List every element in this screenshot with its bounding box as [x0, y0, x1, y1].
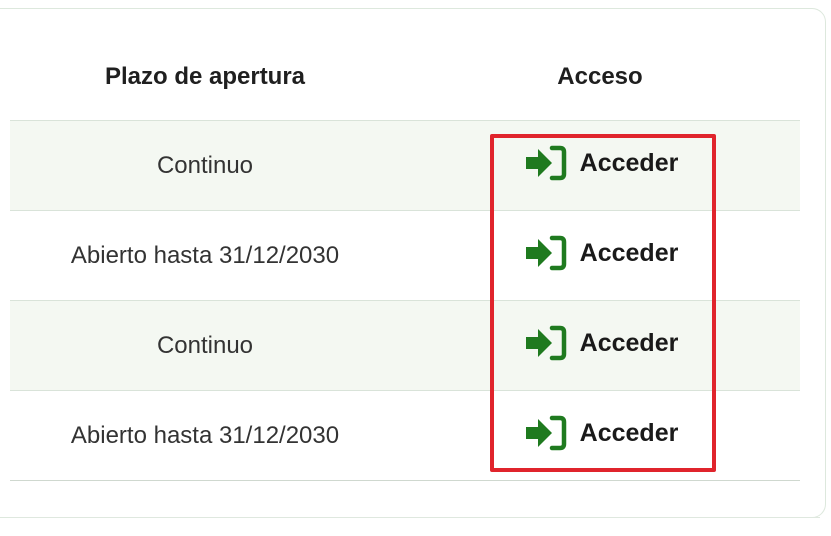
access-label: Acceder	[579, 148, 679, 177]
deadline-cell: Continuo	[156, 151, 254, 179]
sign-in-icon	[522, 145, 568, 181]
deadline-cell: Abierto hasta 31/12/2030	[70, 241, 340, 269]
sign-in-icon	[522, 415, 568, 451]
access-label: Acceder	[579, 418, 679, 447]
table-header: Plazo de apertura Acceso	[10, 34, 800, 120]
sign-in-icon	[522, 235, 568, 271]
deadline-cell: Abierto hasta 31/12/2030	[70, 421, 340, 449]
table-row: Continuo Acceder	[10, 120, 800, 210]
access-button[interactable]: Acceder	[522, 325, 679, 361]
deadline-cell: Continuo	[156, 331, 254, 359]
table-row: Abierto hasta 31/12/2030 Acceder	[10, 210, 800, 300]
access-label: Acceder	[579, 328, 679, 357]
table-row: Abierto hasta 31/12/2030 Acceder	[10, 390, 800, 481]
access-label: Acceder	[579, 238, 679, 267]
access-button[interactable]: Acceder	[522, 145, 679, 181]
table-row: Continuo Acceder	[10, 300, 800, 390]
access-button[interactable]: Acceder	[522, 415, 679, 451]
sign-in-icon	[522, 325, 568, 361]
divider	[10, 517, 820, 518]
header-deadline: Plazo de apertura	[104, 63, 306, 90]
access-button[interactable]: Acceder	[522, 235, 679, 271]
header-access: Acceso	[557, 63, 643, 90]
procedures-table: Plazo de apertura Acceso Continuo Accede…	[10, 34, 800, 481]
